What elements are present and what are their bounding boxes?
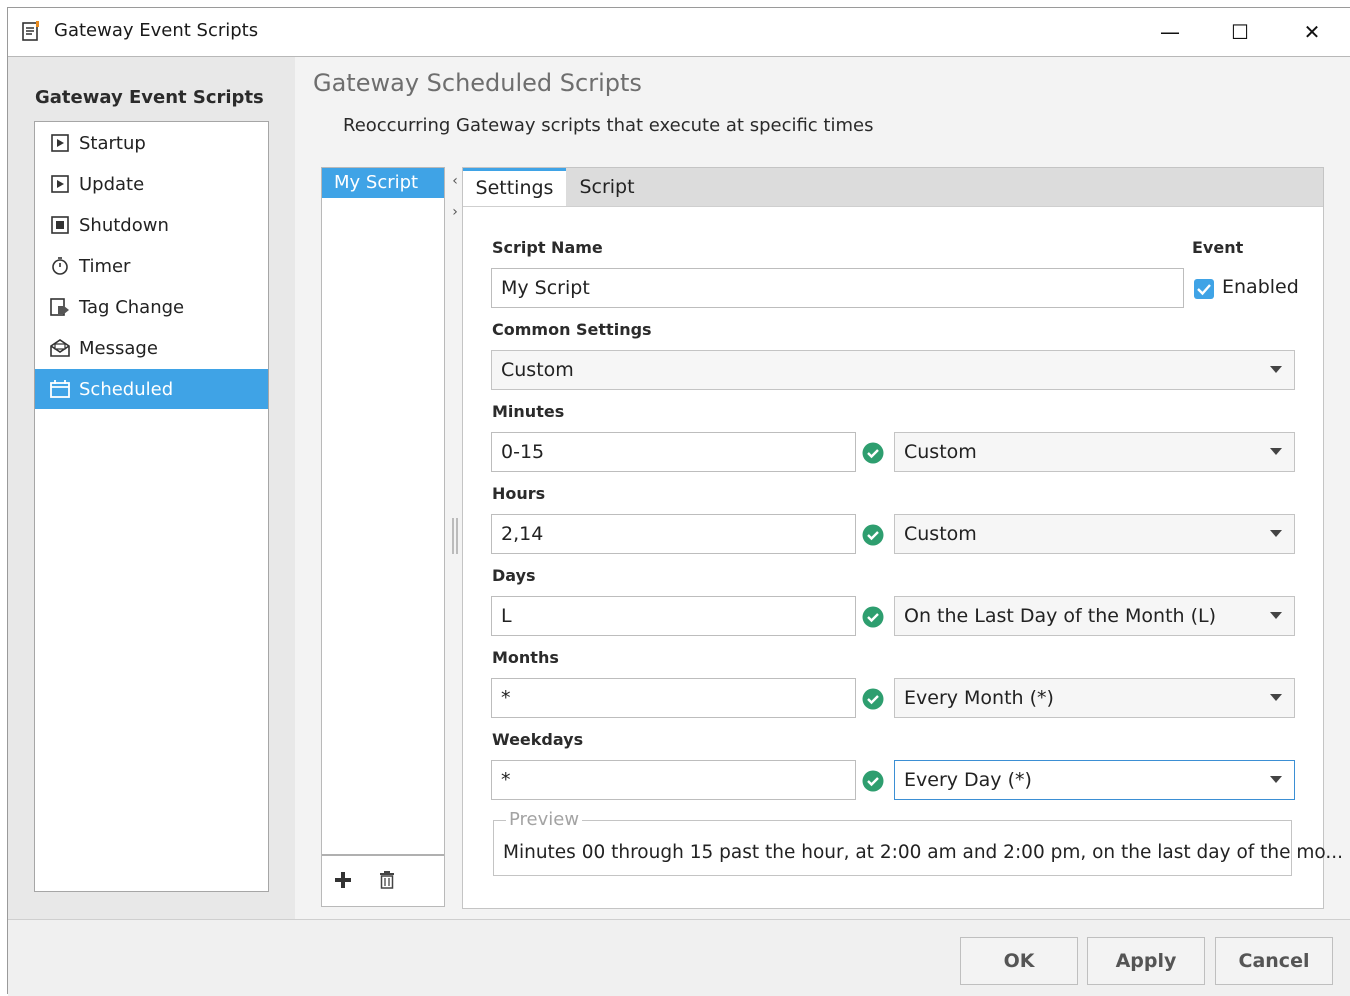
- add-script-button[interactable]: [331, 868, 355, 892]
- tag-change-icon: [49, 296, 71, 318]
- preview-group: Preview Minutes 00 through 15 past the h…: [493, 809, 1343, 876]
- chevron-down-icon: [1270, 530, 1282, 537]
- page-title: Gateway Scheduled Scripts: [313, 69, 642, 97]
- sidebar-item-update[interactable]: Update: [35, 164, 268, 204]
- apply-button[interactable]: Apply: [1087, 937, 1205, 985]
- months-label: Months: [492, 648, 559, 667]
- script-document-icon: [22, 21, 39, 41]
- sidebar-item-label: Shutdown: [79, 214, 169, 236]
- days-label: Days: [492, 566, 536, 585]
- script-name-label: Script Name: [492, 238, 603, 257]
- valid-check-icon: [862, 606, 884, 628]
- dialog-window: Gateway Event Scripts — ☐ ✕ Gateway Even…: [7, 7, 1350, 996]
- sidebar-item-label: Scheduled: [79, 378, 174, 400]
- sidebar-item-label: Message: [79, 337, 158, 359]
- play-page-icon: [49, 173, 71, 195]
- window-title: Gateway Event Scripts: [54, 20, 259, 41]
- weekdays-preset-value: Every Day (*): [904, 769, 1032, 791]
- chevron-down-icon: [1270, 448, 1282, 455]
- days-preset-value: On the Last Day of the Month (L): [904, 605, 1217, 627]
- weekdays-preset-dropdown[interactable]: Every Day (*): [894, 760, 1295, 800]
- sidebar: Gateway Event Scripts Startup Update Shu…: [8, 57, 295, 919]
- sidebar-item-label: Tag Change: [79, 296, 185, 318]
- title-bar: Gateway Event Scripts — ☐ ✕: [8, 8, 1350, 57]
- play-page-icon: [49, 132, 71, 154]
- preview-text: Minutes 00 through 15 past the hour, at …: [503, 842, 1344, 863]
- chevron-down-icon: [1270, 776, 1282, 783]
- common-settings-label: Common Settings: [492, 320, 652, 339]
- cancel-button[interactable]: Cancel: [1215, 937, 1333, 985]
- valid-check-icon: [862, 688, 884, 710]
- sidebar-item-label: Update: [79, 173, 145, 195]
- maximize-button[interactable]: ☐: [1220, 16, 1260, 48]
- calendar-icon: [49, 378, 71, 400]
- enabled-label[interactable]: Enabled: [1222, 276, 1299, 298]
- script-name-input[interactable]: My Script: [491, 268, 1184, 308]
- main-panel: Gateway Scheduled Scripts Reoccurring Ga…: [295, 57, 1350, 919]
- minutes-input[interactable]: 0-15: [491, 432, 856, 472]
- stopwatch-icon: [49, 255, 71, 277]
- weekdays-input[interactable]: *: [491, 760, 856, 800]
- tab-settings[interactable]: Settings: [463, 168, 566, 206]
- days-input[interactable]: L: [491, 596, 856, 636]
- chevron-down-icon: [1270, 366, 1282, 373]
- event-label: Event: [1192, 238, 1244, 257]
- sidebar-item-message[interactable]: Message: [35, 328, 268, 368]
- minutes-preset-value: Custom: [904, 441, 977, 463]
- tab-bar: Settings Script: [463, 168, 1323, 207]
- months-preset-value: Every Month (*): [904, 687, 1054, 709]
- months-preset-dropdown[interactable]: Every Month (*): [894, 678, 1295, 718]
- page-description: Reoccurring Gateway scripts that execute…: [343, 115, 874, 136]
- collapse-right-arrow-icon[interactable]: ›: [448, 204, 462, 220]
- plus-icon: [335, 872, 351, 888]
- list-item[interactable]: My Script: [322, 168, 444, 198]
- checkmark-icon: [1197, 284, 1211, 296]
- hours-input[interactable]: 2,14: [491, 514, 856, 554]
- hours-preset-dropdown[interactable]: Custom: [894, 514, 1295, 554]
- collapse-left-arrow-icon[interactable]: ‹: [448, 173, 462, 189]
- minutes-label: Minutes: [492, 402, 565, 421]
- sidebar-item-timer[interactable]: Timer: [35, 246, 268, 286]
- splitter-grip[interactable]: [452, 518, 458, 554]
- chevron-down-icon: [1270, 694, 1282, 701]
- sidebar-item-scheduled[interactable]: Scheduled: [35, 369, 268, 409]
- valid-check-icon: [862, 524, 884, 546]
- hours-preset-value: Custom: [904, 523, 977, 545]
- sidebar-item-startup[interactable]: Startup: [35, 123, 268, 163]
- stop-page-icon: [49, 214, 71, 236]
- common-settings-dropdown[interactable]: Custom: [491, 350, 1295, 390]
- settings-panel: Settings Script Script Name Event My Scr…: [462, 167, 1343, 909]
- sidebar-item-label: Startup: [79, 132, 146, 154]
- weekdays-label: Weekdays: [492, 730, 584, 749]
- valid-check-icon: [862, 770, 884, 792]
- script-list-toolbar: [322, 854, 444, 906]
- minimize-button[interactable]: —: [1150, 16, 1190, 48]
- sidebar-item-shutdown[interactable]: Shutdown: [35, 205, 268, 245]
- chevron-down-icon: [1270, 612, 1282, 619]
- sidebar-item-tag-change[interactable]: Tag Change: [35, 287, 268, 327]
- months-input[interactable]: *: [491, 678, 856, 718]
- event-type-list: Startup Update Shutdown Timer Tag Change…: [34, 121, 269, 892]
- dialog-content: Gateway Event Scripts Startup Update Shu…: [8, 57, 1350, 919]
- common-settings-value: Custom: [501, 359, 574, 381]
- button-bar: OK Apply Cancel: [8, 919, 1350, 996]
- preview-label: Preview: [506, 809, 583, 830]
- days-preset-dropdown[interactable]: On the Last Day of the Month (L): [894, 596, 1295, 636]
- ok-button[interactable]: OK: [960, 937, 1078, 985]
- close-button[interactable]: ✕: [1292, 16, 1332, 48]
- script-list: My Script: [321, 167, 445, 907]
- trash-icon: [380, 871, 394, 889]
- enabled-checkbox[interactable]: [1194, 279, 1214, 299]
- hours-label: Hours: [492, 484, 546, 503]
- delete-script-button[interactable]: [375, 868, 399, 892]
- minutes-preset-dropdown[interactable]: Custom: [894, 432, 1295, 472]
- tab-script[interactable]: Script: [566, 168, 648, 206]
- envelope-icon: [49, 337, 71, 359]
- sidebar-item-label: Timer: [79, 255, 131, 277]
- sidebar-title: Gateway Event Scripts: [35, 87, 264, 108]
- valid-check-icon: [862, 442, 884, 464]
